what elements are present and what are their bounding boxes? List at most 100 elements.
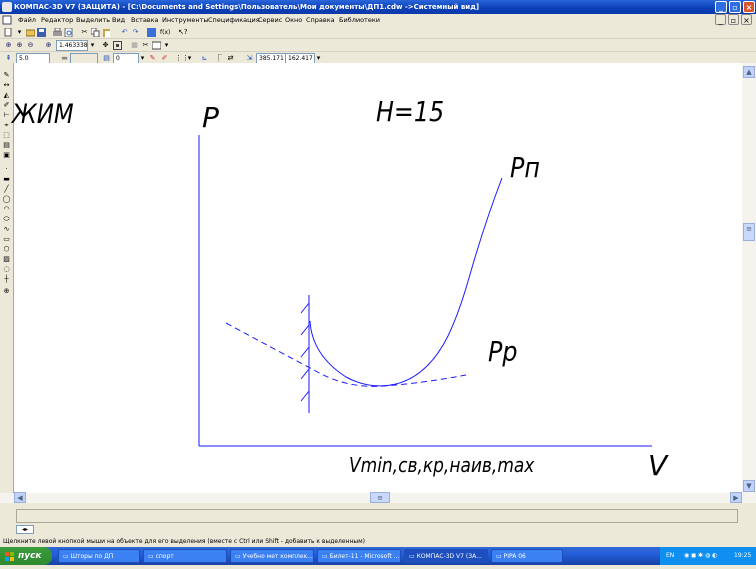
spec-tool-icon[interactable]: ▤ bbox=[2, 141, 11, 149]
rectangle-tool-icon[interactable]: ▭ bbox=[2, 235, 11, 243]
zoom-scale-field[interactable]: 1.463338 bbox=[56, 40, 88, 51]
style-icon[interactable]: ✐ bbox=[160, 54, 169, 63]
hatch-tool-icon[interactable]: ▨ bbox=[2, 255, 11, 263]
scroll-right-button[interactable]: ▶ bbox=[730, 492, 742, 503]
vertical-scrollbar[interactable]: ▲ ≡ ▼ bbox=[742, 63, 756, 493]
contour-tool-icon[interactable]: ◌ bbox=[2, 265, 11, 273]
snap-icon[interactable]: ⇄ bbox=[226, 54, 235, 63]
start-button[interactable]: пуск bbox=[0, 547, 52, 565]
save-icon[interactable] bbox=[37, 28, 46, 37]
task-button-5[interactable]: ▭ КОМПАС-3D V7 (ЗА... bbox=[404, 549, 488, 563]
symbols-tool-icon[interactable]: ◭ bbox=[2, 91, 11, 99]
doc-restore-button[interactable]: ▫ bbox=[728, 14, 739, 25]
variables-icon[interactable] bbox=[147, 28, 156, 37]
state-color-icon[interactable]: ▬ bbox=[60, 54, 69, 63]
line-tool-icon[interactable]: ▬ bbox=[2, 175, 11, 183]
menu-window[interactable]: Окно bbox=[285, 16, 302, 24]
zoom-scale-icon[interactable]: ⊕ bbox=[44, 41, 53, 50]
menu-specification[interactable]: Спецификация bbox=[208, 16, 260, 24]
close-button[interactable]: × bbox=[743, 1, 755, 13]
menu-view[interactable]: Вид bbox=[112, 16, 125, 24]
horizontal-scroll-thumb[interactable]: ≡ bbox=[370, 492, 390, 503]
dimensions-tool-icon[interactable]: ↔ bbox=[2, 81, 11, 89]
property-bar bbox=[16, 509, 738, 523]
task-button-4[interactable]: ▭ Билет-11 - Microsoft ... bbox=[317, 549, 401, 563]
coords-dropdown-icon[interactable]: ▾ bbox=[314, 54, 323, 63]
menu-insert[interactable]: Вставка bbox=[131, 16, 159, 24]
polygon-tool-icon[interactable]: ⬡ bbox=[2, 245, 11, 253]
grid-dropdown-icon[interactable]: ▾ bbox=[185, 54, 194, 63]
show-all-icon[interactable] bbox=[113, 41, 122, 50]
kompas-app-icon[interactable] bbox=[2, 2, 12, 12]
task-button-1[interactable]: ▭ Шторы по ДП bbox=[58, 549, 140, 563]
redo-icon[interactable]: ↷ bbox=[131, 28, 140, 37]
print-icon[interactable] bbox=[53, 27, 62, 37]
circle-tool-icon[interactable]: ◯ bbox=[2, 195, 11, 203]
select-tool-icon[interactable]: ⬚ bbox=[2, 131, 11, 139]
menu-select[interactable]: Выделить bbox=[76, 16, 110, 24]
segment-tool-icon[interactable]: ╱ bbox=[2, 185, 11, 193]
sheet-navigator[interactable]: ◂▸ bbox=[16, 525, 34, 534]
layers-icon[interactable]: ✂ bbox=[141, 41, 150, 50]
task-button-6[interactable]: ▭ PIPA 06 bbox=[491, 549, 563, 563]
print-preview-icon[interactable] bbox=[64, 27, 73, 38]
menu-libraries[interactable]: Библиотеки bbox=[339, 16, 380, 24]
cut-icon[interactable]: ✂ bbox=[80, 28, 89, 37]
paste-icon[interactable] bbox=[102, 28, 111, 37]
language-indicator[interactable]: EN bbox=[666, 547, 674, 565]
minimize-button[interactable]: _ bbox=[715, 1, 727, 13]
task-button-2[interactable]: ▭ спорт bbox=[143, 549, 227, 563]
menu-editor[interactable]: Редактор bbox=[41, 16, 73, 24]
more-tools-icon[interactable]: ⊕ bbox=[2, 287, 11, 295]
spline-tool-icon[interactable]: ∿ bbox=[2, 225, 11, 233]
zoom-in-icon[interactable]: ⊕ bbox=[15, 41, 24, 50]
zoom-window-icon[interactable]: ⊕ bbox=[4, 41, 13, 50]
maximize-button[interactable]: ▫ bbox=[729, 1, 741, 13]
drawing-canvas[interactable]: ЖИМ P H=15 Pп Pp Vmin,св,кр,наив,max V bbox=[12, 63, 742, 493]
document-icon[interactable] bbox=[2, 15, 12, 25]
vertical-scroll-thumb[interactable]: ≡ bbox=[743, 223, 755, 241]
scroll-down-button[interactable]: ▼ bbox=[743, 480, 755, 492]
edit-tool-icon[interactable]: ✐ bbox=[2, 101, 11, 109]
tray-icons[interactable]: ◉ ◼ ✱ ◍ ◐ bbox=[684, 547, 717, 565]
refresh-icon[interactable]: ▦ bbox=[130, 41, 139, 50]
pan-icon[interactable]: ✥ bbox=[101, 41, 110, 50]
menu-tools[interactable]: Инструменты bbox=[162, 16, 209, 24]
view-dropdown-icon[interactable]: ▾ bbox=[162, 41, 171, 50]
zoom-dropdown-icon[interactable]: ▾ bbox=[88, 41, 97, 50]
auxline-tool-icon[interactable]: ┼ bbox=[2, 275, 11, 283]
open-icon[interactable] bbox=[25, 28, 36, 37]
measure-tool-icon[interactable]: ⌖ bbox=[2, 121, 11, 129]
layer-dropdown-icon[interactable]: ▾ bbox=[138, 54, 147, 63]
ellipse-tool-icon[interactable]: ⬭ bbox=[2, 215, 11, 223]
ortho-icon[interactable]: ⎾ bbox=[214, 54, 223, 63]
zoom-out-icon[interactable]: ⊖ bbox=[26, 41, 35, 50]
function-icon[interactable]: f(x) bbox=[160, 28, 170, 37]
horizontal-scrollbar[interactable]: ◀ ≡ ▶ bbox=[0, 492, 756, 503]
color-icon[interactable]: ✎ bbox=[148, 54, 157, 63]
arc-tool-icon[interactable]: ◠ bbox=[2, 205, 11, 213]
copy-icon[interactable] bbox=[90, 27, 100, 38]
menu-service[interactable]: Сервис bbox=[258, 16, 282, 24]
undo-icon[interactable]: ↶ bbox=[120, 28, 129, 37]
help-pointer-icon[interactable]: ↖? bbox=[178, 28, 188, 37]
report-tool-icon[interactable]: ▣ bbox=[2, 151, 11, 159]
menu-file[interactable]: Файл bbox=[18, 16, 36, 24]
doc-close-button[interactable]: × bbox=[741, 14, 752, 25]
geometry-tool-icon[interactable]: ✎ bbox=[2, 71, 11, 79]
scroll-up-button[interactable]: ▲ bbox=[743, 66, 755, 78]
new-dropdown-icon[interactable]: ▾ bbox=[15, 28, 24, 37]
layer-icon[interactable]: ▤ bbox=[102, 54, 111, 63]
doc-minimize-button[interactable]: _ bbox=[715, 14, 726, 25]
local-cs-icon[interactable]: ⊾ bbox=[200, 54, 209, 63]
line-scale-icon[interactable]: ⇞ bbox=[4, 54, 13, 63]
menu-help[interactable]: Справка bbox=[306, 16, 335, 24]
v-axis-label: V bbox=[648, 449, 668, 482]
grid-icon[interactable]: ⋮⋮ bbox=[175, 54, 189, 63]
point-tool-icon[interactable]: · bbox=[2, 165, 11, 173]
task-button-3[interactable]: ▭ Учебно мет комплек... bbox=[230, 549, 314, 563]
grid-display-icon[interactable] bbox=[151, 41, 162, 50]
parametric-tool-icon[interactable]: ⊢ bbox=[2, 111, 11, 119]
scroll-left-button[interactable]: ◀ bbox=[14, 492, 26, 503]
new-document-icon[interactable] bbox=[4, 27, 13, 37]
